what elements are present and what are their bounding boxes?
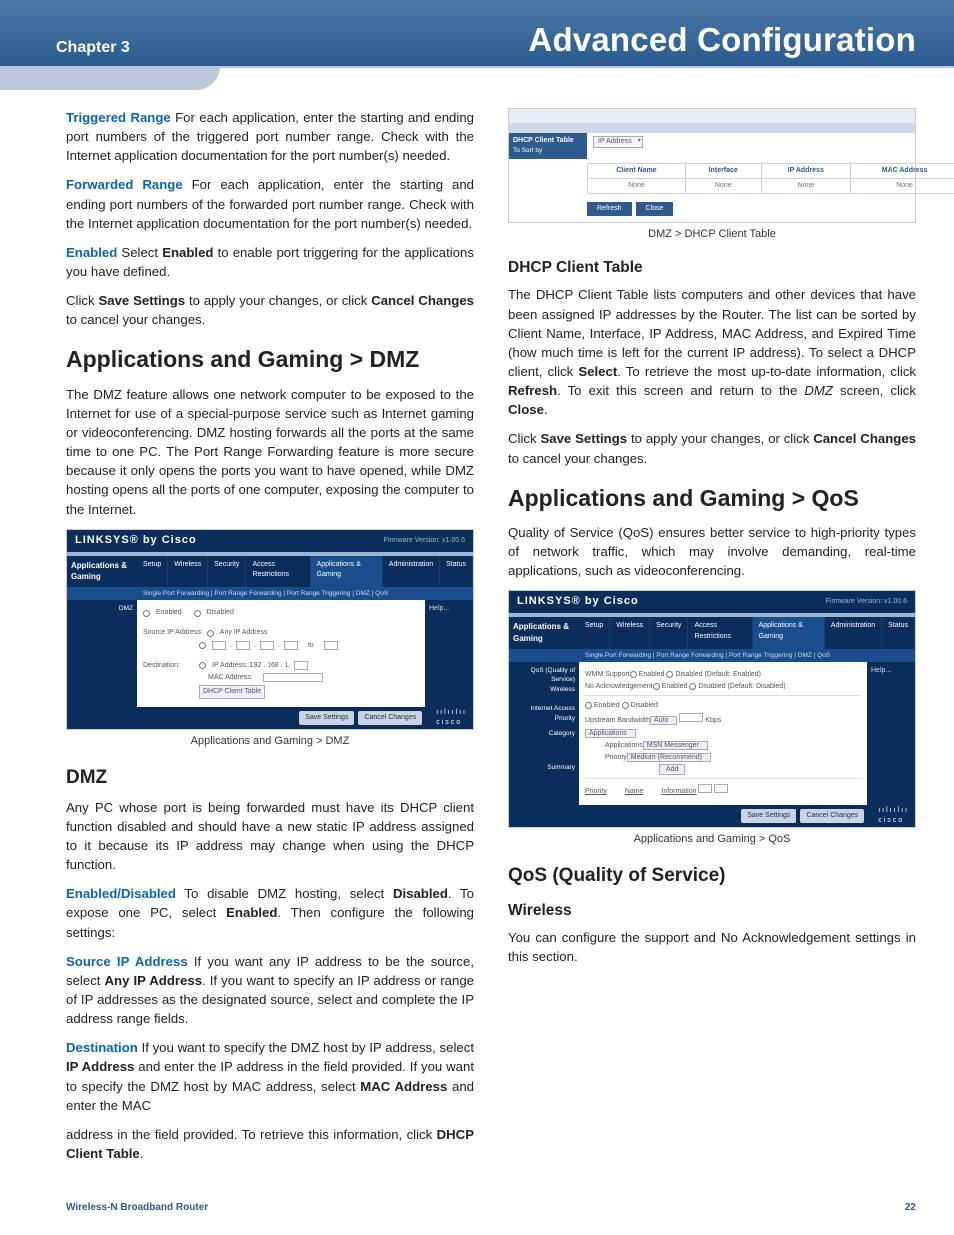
heading-apps-gaming-dmz: Applications and Gaming > DMZ — [66, 343, 474, 376]
page-header: Chapter 3 Advanced Configuration — [0, 0, 954, 68]
router-save-button: Save Settings — [299, 711, 354, 725]
term-forwarded-range: Forwarded Range — [66, 177, 183, 192]
chapter-label: Chapter 3 — [56, 36, 130, 59]
footer-page-number: 22 — [905, 1201, 916, 1216]
qos-intro-para: Quality of Service (QoS) ensures better … — [508, 523, 916, 580]
heading-dhcp-client-table: DHCP Client Table — [508, 257, 916, 279]
router-tabs: SetupWirelessSecurityAccess Restrictions… — [137, 556, 473, 587]
term-source-ip: Source IP Address — [66, 954, 188, 969]
term-enabled-disabled: Enabled/Disabled — [66, 886, 176, 901]
save-changes-para-2: Click Save Settings to apply your change… — [508, 429, 916, 467]
dhcp-description-para: The DHCP Client Table lists computers an… — [508, 285, 916, 419]
heading-qos: QoS (Quality of Service) — [508, 862, 916, 890]
router-sidecol-qos: QoS (Quality of Service) Wireless Intern… — [509, 662, 579, 805]
carryover-para: address in the field provided. To retrie… — [66, 1125, 474, 1163]
router-section-label: Applications & Gaming — [67, 556, 137, 587]
page-body: Triggered Range For each application, en… — [0, 68, 954, 1168]
save-changes-para-1: Click Save Settings to apply your change… — [66, 291, 474, 329]
figure-dmz-caption: Applications and Gaming > DMZ — [66, 734, 474, 750]
dhcp-table: Client NameInterfaceIP AddressMAC Addres… — [587, 163, 954, 194]
router-cancel-button-2: Cancel Changes — [800, 809, 864, 823]
sort-by-select: IP Address — [593, 136, 643, 148]
enabled-para: Enabled Select Enabled to enable port tr… — [66, 243, 474, 281]
router-section-label-2: Applications & Gaming — [509, 617, 579, 648]
router-firmware: Firmware Version: v1.00.6 — [384, 536, 465, 546]
wireless-config-para: You can configure the support and No Ack… — [508, 928, 916, 966]
page-footer: Wireless-N Broadband Router 22 — [66, 1201, 916, 1216]
heading-dmz: DMZ — [66, 764, 474, 792]
term-enabled: Enabled — [66, 245, 117, 260]
router-tabs-2: SetupWirelessSecurityAccess Restrictions… — [579, 617, 915, 648]
dmz-pc-para: Any PC whose port is being forwarded mus… — [66, 798, 474, 875]
router-ui-qos: LINKSYS® by Cisco Firmware Version: v1.0… — [508, 590, 916, 828]
router-save-button-2: Save Settings — [741, 809, 796, 823]
router-firmware-2: Firmware Version: v1.00.6 — [826, 597, 907, 607]
router-help-2: Help... — [867, 662, 915, 805]
router-ui-dmz: LINKSYS® by Cisco Firmware Version: v1.0… — [66, 529, 474, 730]
term-destination: Destination — [66, 1040, 138, 1055]
router-brand-2: LINKSYS® by Cisco — [517, 594, 639, 610]
enabled-disabled-para: Enabled/Disabled To disable DMZ hosting,… — [66, 884, 474, 941]
router-help: Help... — [425, 600, 473, 707]
term-triggered-range: Triggered Range — [66, 110, 171, 125]
heading-apps-gaming-qos: Applications and Gaming > QoS — [508, 482, 916, 515]
refresh-button: Refresh — [587, 202, 632, 216]
figure-dmz-screenshot: LINKSYS® by Cisco Firmware Version: v1.0… — [66, 529, 474, 750]
router-sidecol: DMZ — [67, 600, 137, 707]
dhcp-client-table-ui: DHCP Client Table To Sort by IP Address … — [508, 108, 916, 223]
figure-qos-caption: Applications and Gaming > QoS — [508, 832, 916, 848]
router-main-dmz: Enabled Disabled Source IP Address:Any I… — [137, 600, 425, 707]
triggered-range-para: Triggered Range For each application, en… — [66, 108, 474, 165]
cisco-logo: ıılıılııcisco — [436, 708, 467, 728]
dmz-feature-para: The DMZ feature allows one network compu… — [66, 385, 474, 519]
close-button: Close — [636, 202, 674, 216]
router-main-qos: WMM SupportEnabled Disabled (Default: En… — [579, 662, 867, 805]
router-subnav-2: Single Port Forwarding | Port Range Forw… — [509, 649, 915, 662]
router-cancel-button: Cancel Changes — [358, 711, 422, 725]
source-ip-para: Source IP Address If you want any IP add… — [66, 952, 474, 1029]
destination-para: Destination If you want to specify the D… — [66, 1038, 474, 1115]
figure-dhcp-caption: DMZ > DHCP Client Table — [508, 227, 916, 243]
footer-product: Wireless-N Broadband Router — [66, 1201, 208, 1216]
forwarded-range-para: Forwarded Range For each application, en… — [66, 175, 474, 232]
figure-qos-screenshot: LINKSYS® by Cisco Firmware Version: v1.0… — [508, 590, 916, 848]
figure-dhcp-table: DHCP Client Table To Sort by IP Address … — [508, 108, 916, 243]
router-brand: LINKSYS® by Cisco — [75, 533, 197, 549]
page-title: Advanced Configuration — [528, 16, 916, 64]
router-subnav: Single Port Forwarding | Port Range Forw… — [67, 587, 473, 600]
heading-wireless: Wireless — [508, 900, 916, 922]
cisco-logo-2: ıılıılııcisco — [878, 806, 909, 826]
